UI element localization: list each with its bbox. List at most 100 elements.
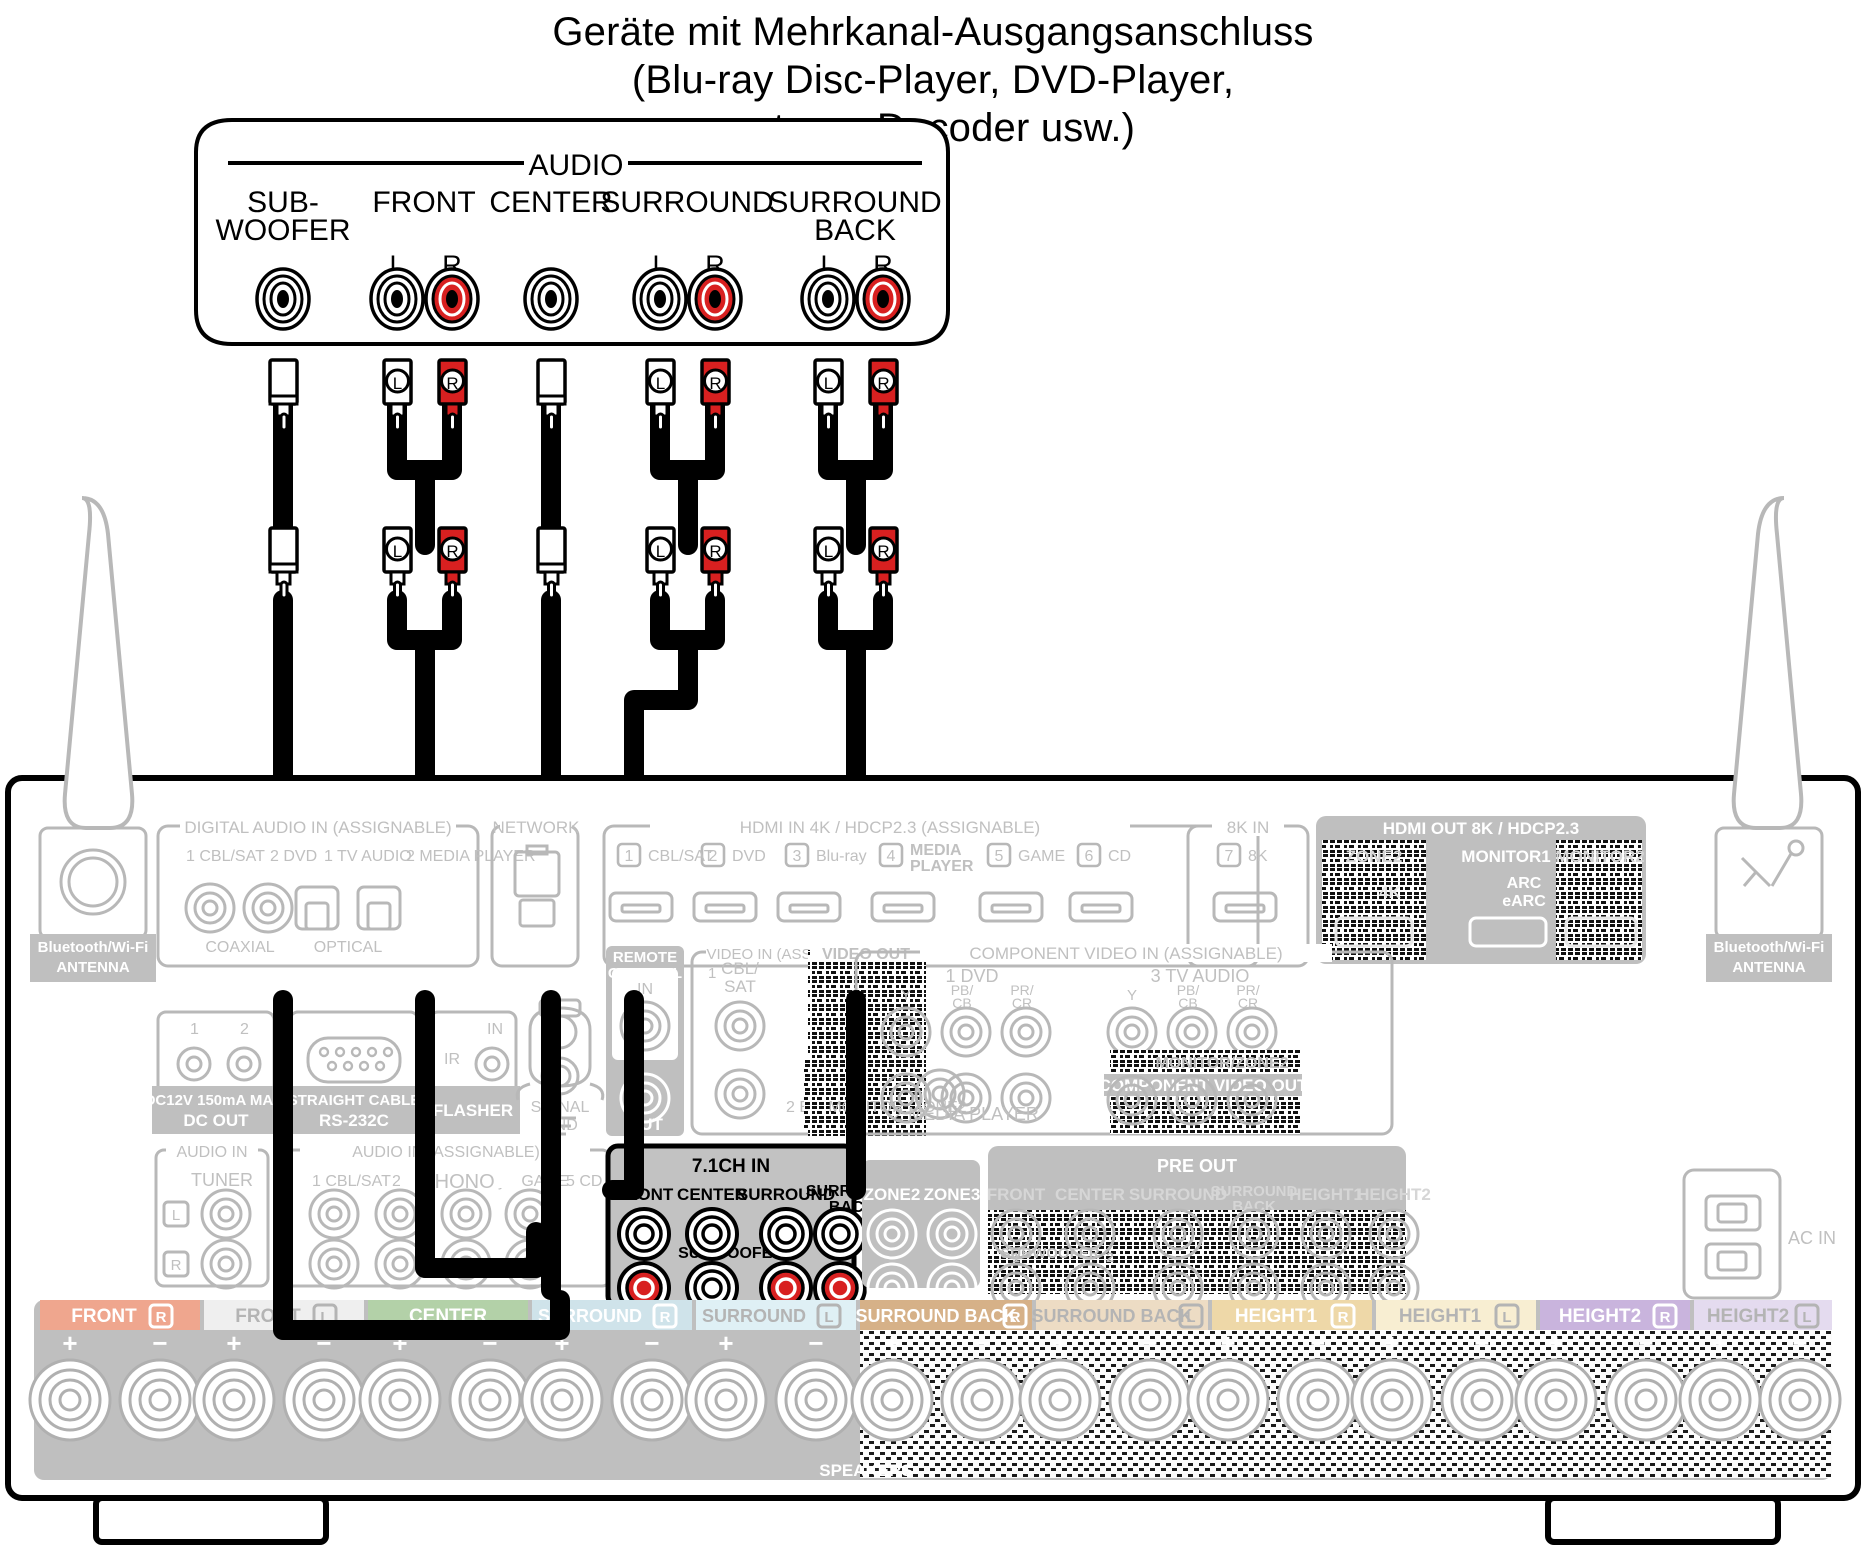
svg-text:−: − (1792, 1328, 1807, 1358)
audio-in-tuner-label: TUNER (191, 1170, 253, 1190)
hdmi-in-title: HDMI IN 4K / HDCP2.3 (ASSIGNABLE) (740, 818, 1040, 837)
spk-ch-height1-r: R (1338, 1309, 1349, 1326)
dc-out-title: DC OUT (183, 1111, 249, 1130)
antenna-left-label-1: Bluetooth/Wi-Fi (38, 939, 149, 956)
antenna-right-label-2: ANTENNA (1732, 959, 1805, 976)
ch71-jack-front-l[interactable] (617, 1207, 671, 1261)
diagram-canvas: Geräte mit Mehrkanal-Ausgangsanschluss (… (0, 0, 1866, 1562)
spk-label-height2-l: HEIGHT2 (1707, 1306, 1789, 1327)
hdmi-in-label-6: CD (1108, 848, 1131, 865)
plug-mid-sback-r: R (868, 526, 899, 600)
spk-ch-front-r: R (156, 1309, 167, 1326)
svg-text:−: − (644, 1328, 659, 1358)
ch71-jack-surround-l[interactable] (759, 1207, 813, 1261)
source-label-front: FRONT (372, 186, 475, 219)
ch71-jack-center[interactable] (685, 1207, 739, 1261)
video-in-label-1b: SAT (724, 977, 756, 996)
digital-audio-in-title: DIGITAL AUDIO IN (ASSIGNABLE) (184, 818, 451, 837)
svg-text:L: L (656, 542, 665, 561)
antenna-left-label-2: ANTENNA (56, 959, 129, 976)
svg-text:R: R (709, 542, 721, 561)
eightk-in-label: 8K (1248, 848, 1268, 865)
source-jack-subwoofer[interactable] (255, 267, 311, 331)
source-jack-center[interactable] (523, 267, 579, 331)
diagram-svg: AUDIO SUB- WOOFER FRONT CENTER SURROUND … (5, 118, 1861, 1545)
dc-out-sub: DC12V 150mA MAX. (145, 1092, 288, 1109)
hdmi-out-monitor1: MONITOR1 (1461, 847, 1550, 866)
svg-text:−: − (974, 1328, 989, 1358)
ch71-jack-sback-l[interactable] (813, 1207, 867, 1261)
plug-mid-front-l: L (382, 526, 413, 600)
svg-text:R: R (877, 374, 889, 393)
hdmi-in-label-2: DVD (732, 848, 766, 865)
audio-assign-5: 5 CD (566, 1173, 602, 1190)
svg-text:−: − (1142, 1328, 1157, 1358)
hdmi-in-num-4: 4 (887, 848, 896, 865)
source-jack-front-l[interactable] (369, 267, 425, 331)
digital-audio-sub-coaxial: COAXIAL (205, 939, 274, 956)
hdmi-in-label-1: CBL/SAT (648, 848, 714, 865)
source-label-center: CENTER (489, 186, 612, 219)
svg-text:−: − (1310, 1328, 1325, 1358)
svg-text:L: L (393, 542, 402, 561)
plug-mid-sback-l: L (813, 526, 844, 600)
pre-out-center: CENTER (1055, 1185, 1125, 1204)
svg-text:L: L (824, 374, 833, 393)
hdmi-in-num-5: 5 (995, 848, 1004, 865)
plug-mid-center (536, 526, 567, 600)
spk-ch-height2-r: R (1660, 1309, 1671, 1326)
spk-label-front-r: FRONT (71, 1306, 137, 1327)
hdmi-out-monitor1-earc: eARC (1502, 893, 1546, 910)
eightk-in-title: 8K IN (1227, 818, 1270, 837)
svg-text:−: − (1638, 1328, 1653, 1358)
eightk-in-num: 7 (1225, 848, 1234, 865)
spk-ch-sback-r: R (1010, 1309, 1021, 1326)
tuner-r: R (171, 1257, 182, 1274)
video-out-title: VIDEO OUT (822, 946, 910, 963)
spk-ch-sback-l: L (1186, 1309, 1195, 1326)
hdmi-in-num-3: 3 (793, 848, 802, 865)
svg-text:+: + (884, 1328, 899, 1358)
pre-out-sub-num-1: 1 (1012, 1249, 1020, 1265)
svg-text:R: R (446, 542, 458, 561)
hdmi-out-monitor2: MONITOR2 (1555, 847, 1644, 866)
source-jack-surround-r[interactable] (687, 267, 743, 331)
plug-label-l: L (393, 374, 402, 393)
hdmi-in-label-3: Blu-ray (816, 848, 867, 865)
remote-control-title-1: REMOTE (613, 949, 677, 966)
hdmi-in-label-4a: MEDIA (910, 842, 962, 859)
plug-mid-surround-l: L (645, 526, 676, 600)
hdmi-out-zone2: ZONE2 (1346, 847, 1403, 866)
source-jack-surround-l[interactable] (632, 267, 688, 331)
source-jack-sback-r[interactable] (855, 267, 911, 331)
spk-polarity-minus: − (152, 1328, 167, 1358)
flasher-in-sub: IN (487, 1021, 503, 1038)
source-jack-front-r[interactable] (424, 267, 480, 331)
plug-heads-mid: L R L R L R (268, 526, 899, 600)
plug-mid-surround-r: R (700, 526, 731, 600)
source-label-subwoofer-2: WOOFER (216, 214, 351, 247)
dc-out-num-2: 2 (240, 1021, 249, 1038)
svg-text:+: + (1548, 1328, 1563, 1358)
spk-polarity-plus: + (62, 1328, 77, 1358)
source-jack-sback-l[interactable] (800, 267, 856, 331)
video-in-label-1a: CBL/ (721, 959, 759, 978)
svg-text:+: + (1712, 1328, 1727, 1358)
spk-ch-height2-l: L (1802, 1309, 1811, 1326)
hdmi-out-monitor1-arc: ARC (1507, 875, 1542, 892)
plug-mid-subwoofer (268, 526, 299, 600)
pre-out-front: FRONT (987, 1185, 1046, 1204)
speakers-title: SPEAKERS (819, 1461, 913, 1480)
svg-text:R: R (877, 542, 889, 561)
antenna-left (62, 496, 135, 830)
svg-text:+: + (718, 1328, 733, 1358)
ch71-in-title: 7.1CH IN (692, 1156, 770, 1177)
digital-audio-item-2: 2 DVD (270, 848, 317, 865)
svg-text:L: L (824, 542, 833, 561)
source-audio-label: AUDIO (528, 149, 623, 182)
zone3-label: ZONE3 (924, 1185, 981, 1204)
svg-text:+: + (226, 1328, 241, 1358)
svg-text:−: − (808, 1328, 823, 1358)
hdmi-in-num-1: 1 (625, 848, 634, 865)
ac-in-label: AC IN (1788, 1228, 1836, 1248)
